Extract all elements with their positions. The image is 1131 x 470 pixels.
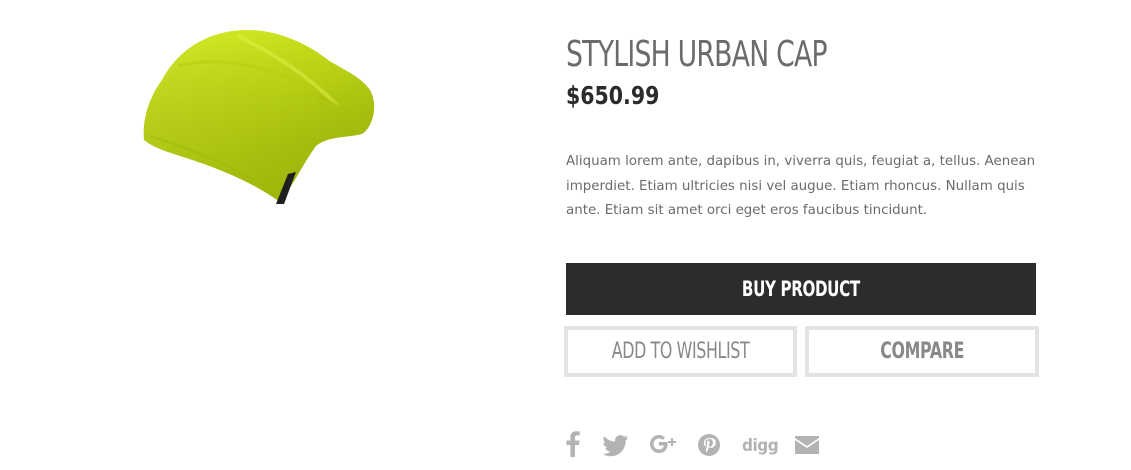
- facebook-icon[interactable]: [566, 430, 580, 463]
- add-to-wishlist-button[interactable]: ADD TO WISHLIST: [564, 326, 797, 377]
- email-icon[interactable]: [794, 430, 820, 463]
- add-to-wishlist-label: ADD TO WISHLIST: [611, 339, 750, 364]
- beanie-cap-image: [143, 30, 375, 204]
- google-plus-icon[interactable]: [650, 430, 678, 463]
- buy-product-label: BUY PRODUCT: [742, 277, 860, 301]
- buy-product-button[interactable]: BUY PRODUCT: [566, 263, 1036, 315]
- compare-label: COMPARE: [880, 339, 964, 364]
- pinterest-icon[interactable]: [697, 430, 721, 463]
- twitter-icon[interactable]: [602, 430, 629, 463]
- product-title: STYLISH URBAN CAP: [566, 34, 828, 75]
- digg-label: digg: [742, 436, 779, 456]
- compare-button[interactable]: COMPARE: [805, 326, 1039, 377]
- product-description: Aliquam lorem ante, dapibus in, viverra …: [566, 154, 1036, 218]
- product-price: $650.99: [566, 81, 660, 110]
- product-image: [138, 26, 378, 210]
